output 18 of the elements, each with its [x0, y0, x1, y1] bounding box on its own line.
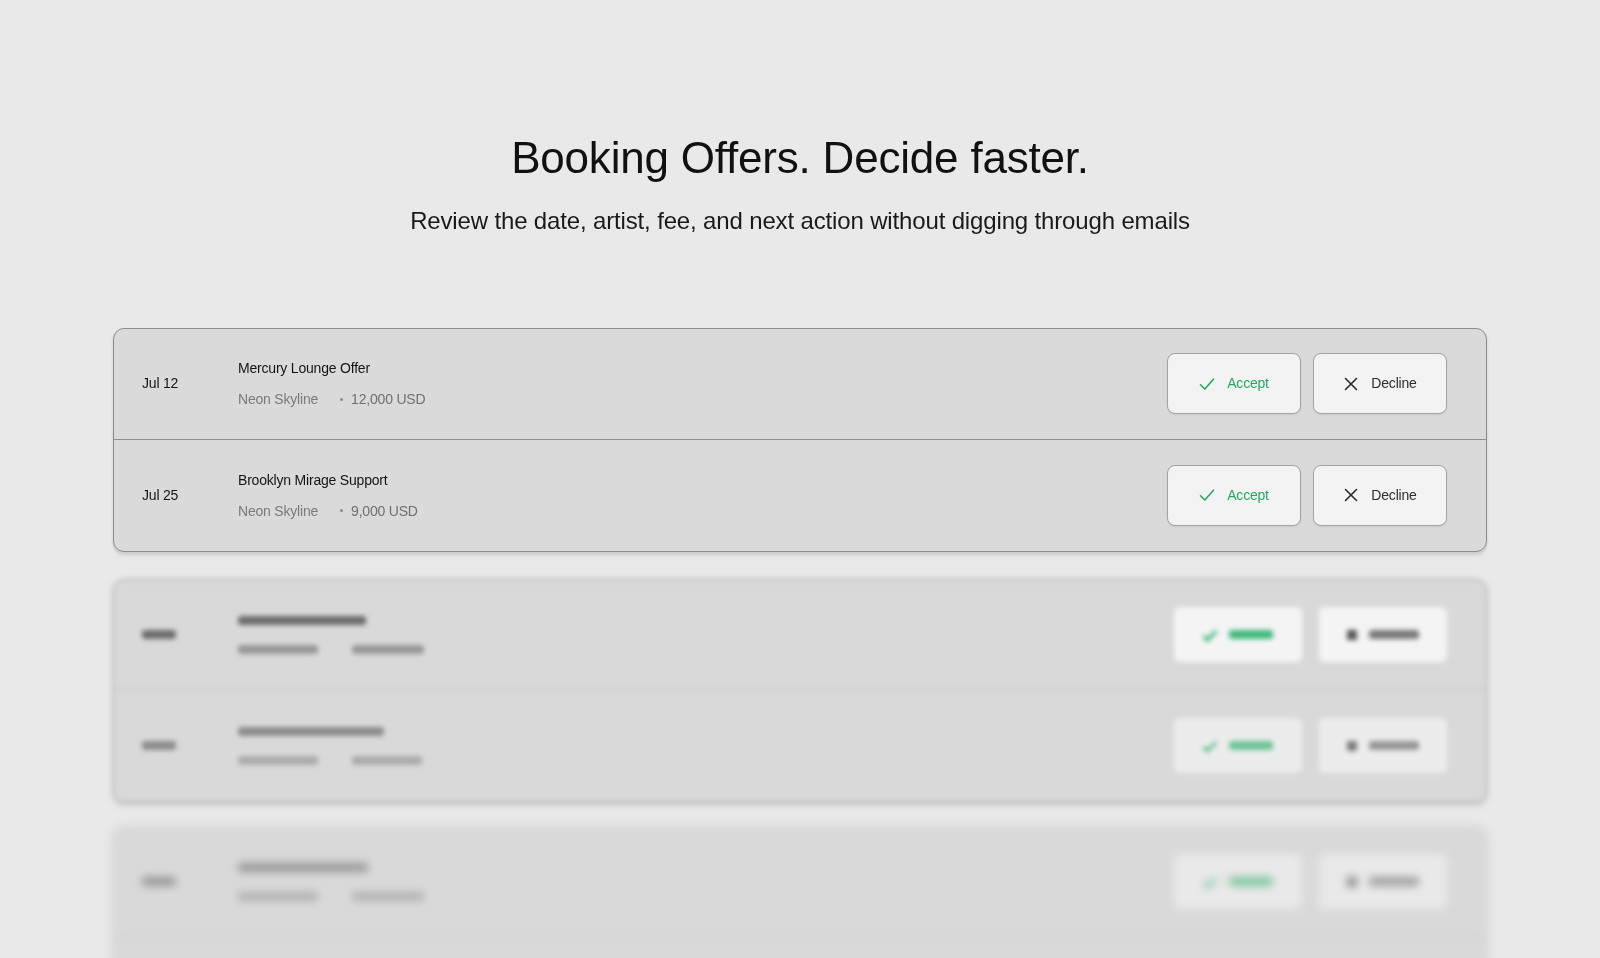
page-title: Booking Offers. Decide faster.	[510, 132, 1090, 184]
artist-name: Neon Skyline	[238, 390, 319, 409]
separator-dot-icon	[340, 509, 344, 513]
offer-fee: 12,000 USD	[351, 390, 426, 409]
offer-date: Jul 25	[142, 486, 180, 505]
decline-button[interactable]: Decline	[1313, 465, 1447, 526]
offer-title: Mercury Lounge Offer	[238, 359, 371, 378]
check-icon	[1199, 376, 1216, 392]
close-icon	[1343, 376, 1360, 392]
page-subtitle: Review the date, artist, fee, and next action without digging through emails	[409, 205, 1191, 236]
check-icon	[1199, 487, 1216, 504]
close-icon	[1343, 487, 1360, 504]
offer-date: Jul 12	[142, 374, 180, 394]
offer-fee: 9,000 USD	[351, 502, 418, 520]
artist-name: Neon Skyline	[238, 502, 319, 520]
offer-title: Brooklyn Mirage Support	[238, 471, 389, 489]
decline-button[interactable]: Decline	[1313, 353, 1447, 415]
separator-dot-icon	[340, 398, 344, 401]
